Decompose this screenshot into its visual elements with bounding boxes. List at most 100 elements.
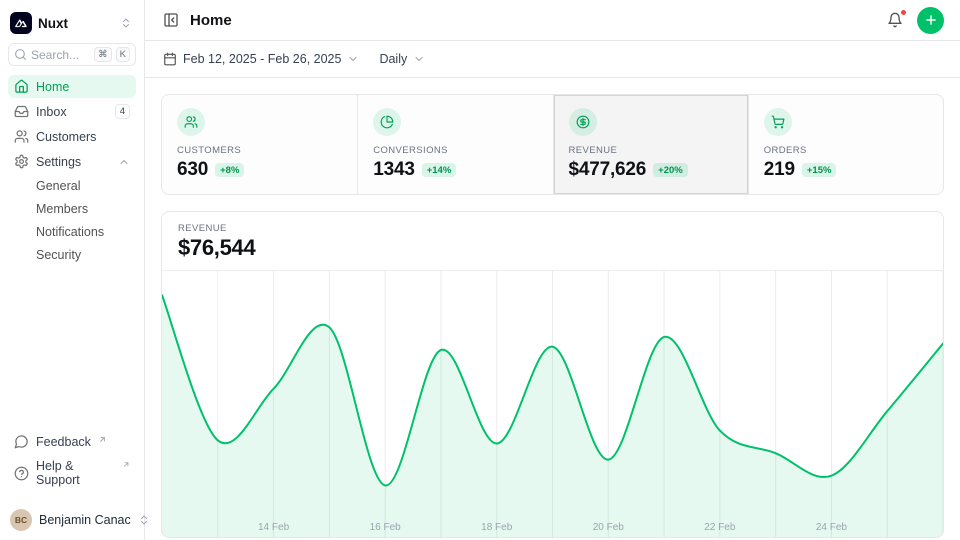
chart-header: REVENUE $76,544 xyxy=(162,212,943,271)
svg-text:22 Feb: 22 Feb xyxy=(704,522,736,533)
chevron-up-icon xyxy=(118,156,130,168)
gear-icon xyxy=(14,154,29,169)
sidebar-item-inbox[interactable]: Inbox 4 xyxy=(8,100,136,123)
sidebar-item-settings[interactable]: Settings xyxy=(8,150,136,173)
sidebar-item-label: Home xyxy=(36,80,130,94)
sidebar-item-label: Customers xyxy=(36,130,130,144)
stat-card-orders[interactable]: ORDERS 219 +15% xyxy=(748,95,943,194)
page-header: Home xyxy=(145,0,960,41)
date-range-button[interactable]: Feb 12, 2025 - Feb 26, 2025 xyxy=(161,48,361,70)
message-bubble-icon xyxy=(14,434,29,449)
sidebar-item-customers[interactable]: Customers xyxy=(8,125,136,148)
stat-label: CUSTOMERS xyxy=(177,145,342,156)
sidebar-nav: Home Inbox 4 Customers Settings General … xyxy=(0,66,144,265)
help-circle-icon xyxy=(14,466,29,481)
svg-text:14 Feb: 14 Feb xyxy=(258,522,290,533)
stat-value: $477,626 xyxy=(569,159,647,181)
chevron-down-icon xyxy=(413,53,425,65)
granularity-label: Daily xyxy=(379,52,407,66)
chevron-down-icon xyxy=(347,53,359,65)
inbox-count-badge: 4 xyxy=(115,104,130,119)
sidebar-item-label: Settings xyxy=(36,155,111,169)
revenue-chart-card: REVENUE $76,544 14 Feb 16 Feb 18 Feb 20 Feb… xyxy=(161,211,944,538)
stat-card-revenue[interactable]: REVENUE $477,626 +20% xyxy=(553,95,748,194)
notifications-button[interactable] xyxy=(885,10,905,30)
stat-value: 219 xyxy=(764,159,795,181)
sidebar-item-label: Help & Support xyxy=(36,459,115,487)
stat-delta-badge: +8% xyxy=(215,163,244,177)
external-link-icon xyxy=(98,435,107,444)
svg-text:18 Feb: 18 Feb xyxy=(481,522,513,533)
sidebar-item-label: Feedback xyxy=(36,435,91,449)
sidebar-top: Nuxt ⌘ K xyxy=(0,0,144,66)
svg-text:16 Feb: 16 Feb xyxy=(370,522,402,533)
panel-left-icon xyxy=(163,12,179,28)
users-icon xyxy=(14,129,29,144)
search-box[interactable]: ⌘ K xyxy=(8,43,136,66)
sidebar: Nuxt ⌘ K Home Inbox 4 xyxy=(0,0,145,540)
stat-value-row: 630 +8% xyxy=(177,159,342,181)
header-actions xyxy=(885,7,944,34)
revenue-plot: 14 Feb 16 Feb 18 Feb 20 Feb 22 Feb 24 Feb xyxy=(162,271,943,537)
filter-toolbar: Feb 12, 2025 - Feb 26, 2025 Daily xyxy=(145,41,960,78)
home-icon xyxy=(14,79,29,94)
kbd-k: K xyxy=(116,47,130,62)
sidebar-item-members[interactable]: Members xyxy=(30,198,136,219)
plus-icon xyxy=(924,13,938,27)
stat-label: CONVERSIONS xyxy=(373,145,537,156)
sidebar-item-notifications[interactable]: Notifications xyxy=(30,221,136,242)
granularity-button[interactable]: Daily xyxy=(377,48,427,70)
users-icon xyxy=(177,108,205,136)
stat-value: 1343 xyxy=(373,159,414,181)
search-input[interactable] xyxy=(31,48,90,62)
stat-delta-badge: +20% xyxy=(653,163,688,177)
user-name: Benjamin Canac xyxy=(39,513,131,527)
sidebar-item-general[interactable]: General xyxy=(30,175,136,196)
circle-dollar-icon xyxy=(569,108,597,136)
chart-pie-icon xyxy=(373,108,401,136)
chevrons-up-down-icon xyxy=(120,17,132,29)
stat-value: 630 xyxy=(177,159,208,181)
stat-card-conversions[interactable]: CONVERSIONS 1343 +14% xyxy=(357,95,552,194)
add-button[interactable] xyxy=(917,7,944,34)
nuxt-logo-icon xyxy=(14,16,28,30)
help-support-link[interactable]: Help & Support xyxy=(8,455,136,491)
workspace-name: Nuxt xyxy=(38,16,112,31)
sidebar-item-security[interactable]: Security xyxy=(30,244,136,265)
sidebar-item-label: General xyxy=(36,179,80,193)
kbd-cmd: ⌘ xyxy=(94,47,112,62)
calendar-icon xyxy=(163,52,177,66)
workspace-collapse-button[interactable] xyxy=(118,15,134,31)
notification-dot xyxy=(900,9,907,16)
chart-value: $76,544 xyxy=(178,235,927,261)
stat-delta-badge: +15% xyxy=(802,163,837,177)
stat-label: ORDERS xyxy=(764,145,928,156)
avatar: BC xyxy=(10,509,32,531)
sidebar-toggle-button[interactable] xyxy=(161,10,181,30)
svg-text:24 Feb: 24 Feb xyxy=(816,522,848,533)
stat-card-customers[interactable]: CUSTOMERS 630 +8% xyxy=(162,95,357,194)
sidebar-item-label: Security xyxy=(36,248,81,262)
feedback-link[interactable]: Feedback xyxy=(8,430,136,453)
stats-grid: CUSTOMERS 630 +8% CONVERSIONS 1343 +14% xyxy=(161,94,944,195)
date-range-label: Feb 12, 2025 - Feb 26, 2025 xyxy=(183,52,341,66)
chart-title: REVENUE xyxy=(178,223,927,234)
sidebar-item-label: Members xyxy=(36,202,88,216)
nuxt-logo xyxy=(10,12,32,34)
sidebar-item-label: Notifications xyxy=(36,225,104,239)
shopping-cart-icon xyxy=(764,108,792,136)
stat-label: REVENUE xyxy=(569,145,733,156)
inbox-icon xyxy=(14,104,29,119)
main-area: Home Feb 12, 2025 - Feb 26, 2025 Daily xyxy=(145,0,960,540)
page-content: CUSTOMERS 630 +8% CONVERSIONS 1343 +14% xyxy=(145,78,960,540)
dashboard-app: Nuxt ⌘ K Home Inbox 4 xyxy=(0,0,960,540)
stat-value-row: 219 +15% xyxy=(764,159,928,181)
stat-delta-badge: +14% xyxy=(422,163,457,177)
workspace-switcher[interactable]: Nuxt xyxy=(8,10,136,43)
external-link-icon xyxy=(122,460,130,469)
settings-submenu: General Members Notifications Security xyxy=(8,175,136,265)
user-menu-button[interactable]: BC Benjamin Canac xyxy=(0,502,144,540)
page-title: Home xyxy=(190,12,232,29)
sidebar-item-home[interactable]: Home xyxy=(8,75,136,98)
svg-text:20 Feb: 20 Feb xyxy=(593,522,625,533)
